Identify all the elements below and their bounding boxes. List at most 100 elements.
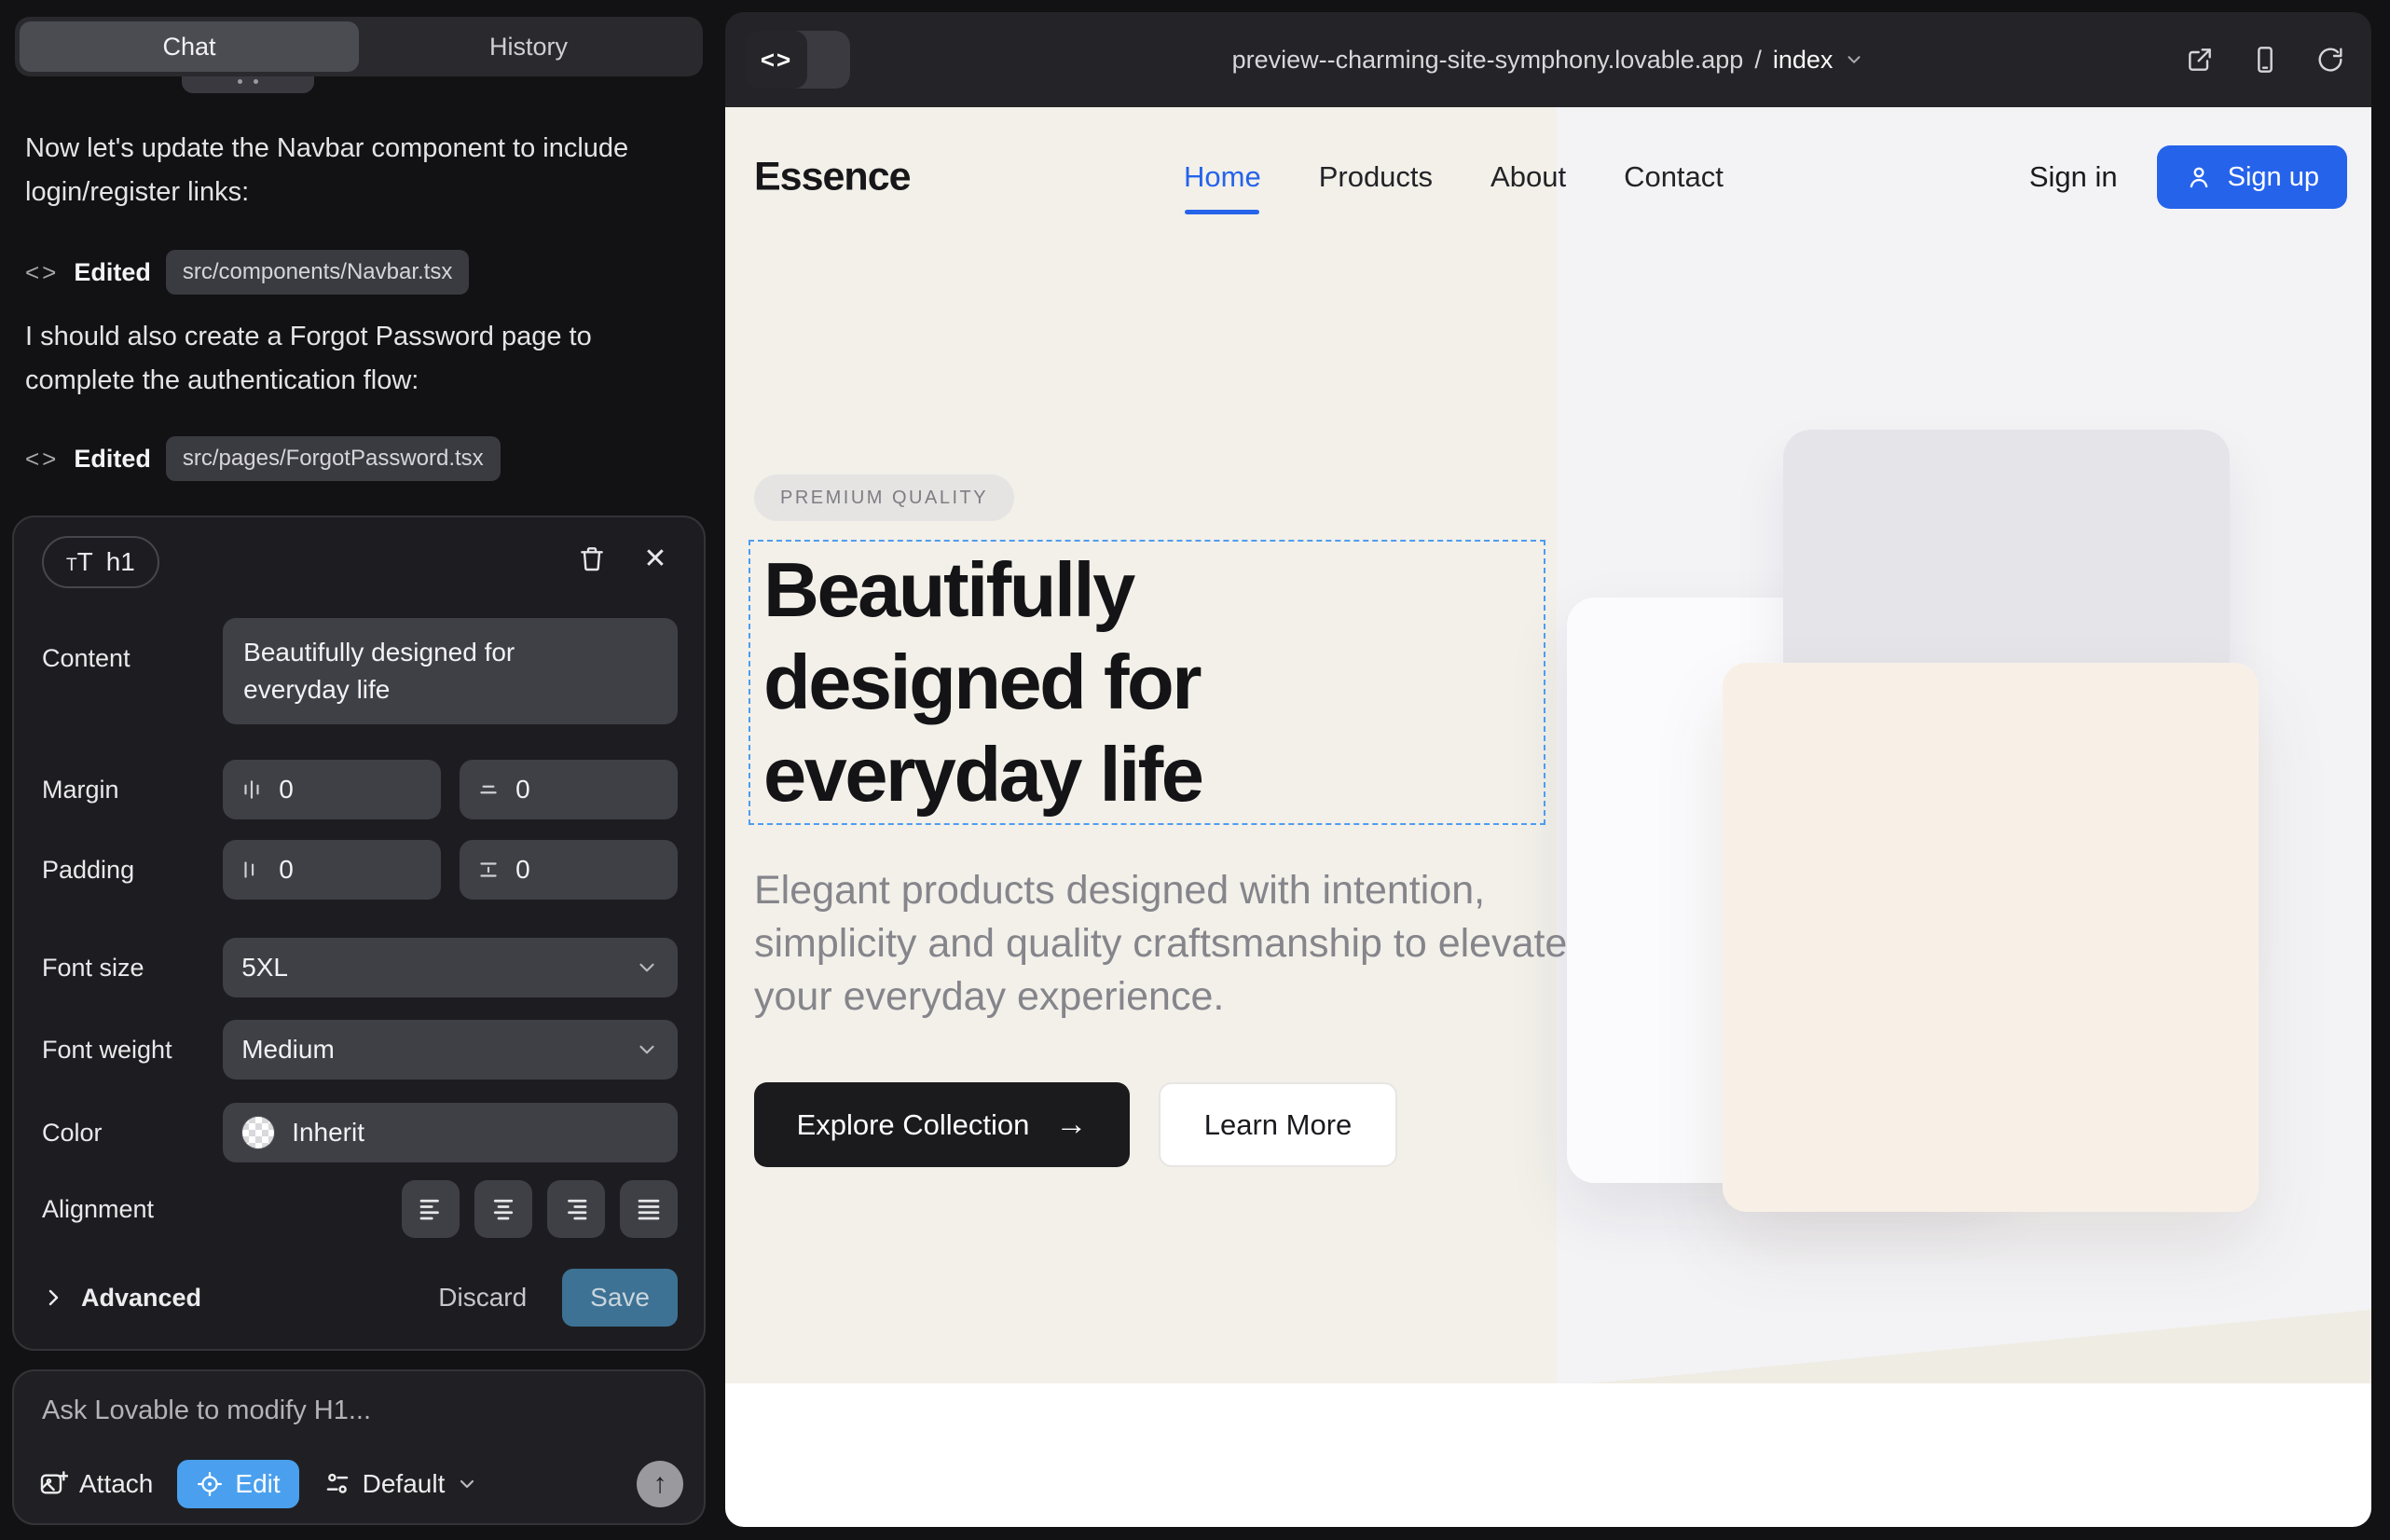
user-icon <box>2185 163 2213 191</box>
preview-url: preview--charming-site-symphony.lovable.… <box>1232 46 1744 75</box>
chat-message: I should also create a Forgot Password p… <box>25 315 650 403</box>
nav-auth: Sign in Sign up <box>2029 107 2347 247</box>
align-center-button[interactable] <box>474 1180 532 1238</box>
close-icon: ✕ <box>643 543 666 575</box>
margin-x-input[interactable]: 0 <box>223 760 441 819</box>
font-size-select[interactable]: 5XL <box>223 938 678 997</box>
chevron-down-icon <box>456 1473 478 1495</box>
font-size-label: Font size <box>42 954 223 983</box>
hero-heading[interactable]: Beautifully designed for everyday life <box>763 543 1472 820</box>
chevron-down-icon <box>635 1038 659 1062</box>
nav-link-contact[interactable]: Contact <box>1624 160 1724 194</box>
transparent-color-swatch <box>241 1116 275 1149</box>
sliders-icon <box>323 1470 351 1498</box>
sign-in-link[interactable]: Sign in <box>2029 160 2118 194</box>
nav-link-home[interactable]: Home <box>1184 160 1261 194</box>
scrolled-message-peek <box>182 76 314 93</box>
chat-sidebar: Chat History Now let's update the Navbar… <box>0 0 725 1540</box>
advanced-toggle[interactable]: Advanced <box>42 1284 201 1313</box>
send-button[interactable]: ↑ <box>637 1461 683 1507</box>
attach-button[interactable]: Attach <box>38 1469 153 1499</box>
hero-card-cream <box>1723 663 2259 1212</box>
external-link-icon <box>2185 45 2215 75</box>
smartphone-icon <box>2250 45 2280 75</box>
attach-image-icon <box>38 1469 68 1499</box>
align-left-button[interactable] <box>402 1180 460 1238</box>
color-row: Color Inherit <box>42 1103 678 1162</box>
tab-chat[interactable]: Chat <box>20 21 359 72</box>
content-row: Content Beautifully designed for everyda… <box>42 618 678 724</box>
edited-label: Edited <box>74 258 151 287</box>
mobile-view-button[interactable] <box>2250 45 2280 75</box>
edited-file-row: <> Edited src/pages/ForgotPassword.tsx <box>25 436 501 481</box>
element-editor-panel: TT h1 ✕ Content Beautifully designed for… <box>12 516 706 1351</box>
trash-icon <box>577 543 607 573</box>
composer-input[interactable] <box>42 1396 639 1426</box>
tab-history[interactable]: History <box>359 21 698 72</box>
send-arrow-icon: ↑ <box>653 1468 667 1500</box>
align-justify-button[interactable] <box>620 1180 678 1238</box>
color-label: Color <box>42 1119 223 1148</box>
alignment-row: Alignment <box>42 1180 678 1238</box>
font-size-row: Font size 5XL <box>42 938 678 997</box>
refresh-button[interactable] <box>2315 45 2345 75</box>
content-label: Content <box>42 644 223 673</box>
edited-label: Edited <box>74 445 151 474</box>
editor-footer: Advanced Discard Save <box>42 1269 678 1327</box>
align-right-icon <box>562 1195 590 1223</box>
nav-link-products[interactable]: Products <box>1319 160 1433 194</box>
file-path-badge[interactable]: src/components/Navbar.tsx <box>166 250 469 295</box>
mode-selector[interactable]: Default <box>323 1469 479 1499</box>
element-tag-label: h1 <box>106 547 135 577</box>
color-select[interactable]: Inherit <box>223 1103 678 1162</box>
topbar-actions <box>2185 12 2345 107</box>
margin-y-input[interactable]: 0 <box>460 760 678 819</box>
delete-element-button[interactable] <box>575 542 609 575</box>
site-logo[interactable]: Essence <box>754 155 911 200</box>
padding-horizontal-icon <box>240 858 264 882</box>
hero-badge: PREMIUM QUALITY <box>754 474 1014 521</box>
nav-link-about[interactable]: About <box>1490 160 1566 194</box>
url-bar[interactable]: preview--charming-site-symphony.lovable.… <box>725 12 2371 107</box>
arrow-right-icon: → <box>1055 1107 1087 1143</box>
explore-collection-button[interactable]: Explore Collection → <box>754 1082 1130 1167</box>
selected-element-chip[interactable]: TT h1 <box>42 536 159 588</box>
chat-composer: Attach Edit <box>12 1369 706 1525</box>
edit-mode-button[interactable]: Edit <box>177 1460 298 1508</box>
sign-up-button[interactable]: Sign up <box>2157 145 2347 209</box>
preview-page: Essence Home Products About Contact Sign… <box>725 107 2371 1527</box>
preview-topbar: <> preview--charming-site-symphony.lovab… <box>725 12 2371 107</box>
file-path-badge[interactable]: src/pages/ForgotPassword.tsx <box>166 436 501 481</box>
margin-label: Margin <box>42 776 223 804</box>
padding-x-input[interactable]: 0 <box>223 840 441 900</box>
align-left-icon <box>417 1195 445 1223</box>
font-weight-select[interactable]: Medium <box>223 1020 678 1079</box>
hero-description: Elegant products designed with intention… <box>754 864 1593 1024</box>
alignment-label: Alignment <box>42 1195 225 1224</box>
preview-window: <> preview--charming-site-symphony.lovab… <box>725 12 2371 1527</box>
chat-message: Now let's update the Navbar component to… <box>25 127 650 214</box>
align-right-button[interactable] <box>547 1180 605 1238</box>
discard-button[interactable]: Discard <box>438 1283 527 1313</box>
save-button[interactable]: Save <box>562 1269 678 1327</box>
margin-vertical-icon <box>476 777 501 802</box>
close-editor-button[interactable]: ✕ <box>639 542 672 575</box>
font-weight-label: Font weight <box>42 1036 223 1065</box>
typography-icon: TT <box>66 547 93 577</box>
padding-vertical-icon <box>476 858 501 882</box>
padding-y-input[interactable]: 0 <box>460 840 678 900</box>
site-navbar: Essence Home Products About Contact Sign… <box>725 107 2371 247</box>
content-input[interactable]: Beautifully designed for everyday life <box>223 618 678 724</box>
nav-links: Home Products About Contact <box>1184 107 1724 247</box>
composer-toolbar: Attach Edit <box>38 1460 683 1508</box>
code-icon: <> <box>25 445 59 474</box>
ellipsis-dot <box>254 79 258 84</box>
refresh-icon <box>2315 45 2345 75</box>
align-center-icon <box>489 1195 517 1223</box>
learn-more-button[interactable]: Learn More <box>1159 1082 1397 1167</box>
url-separator: / <box>1754 46 1762 75</box>
edited-file-row: <> Edited src/components/Navbar.tsx <box>25 250 469 295</box>
sidebar-tabbar: Chat History <box>15 17 703 76</box>
chevron-down-icon <box>635 956 659 980</box>
open-external-button[interactable] <box>2185 45 2215 75</box>
